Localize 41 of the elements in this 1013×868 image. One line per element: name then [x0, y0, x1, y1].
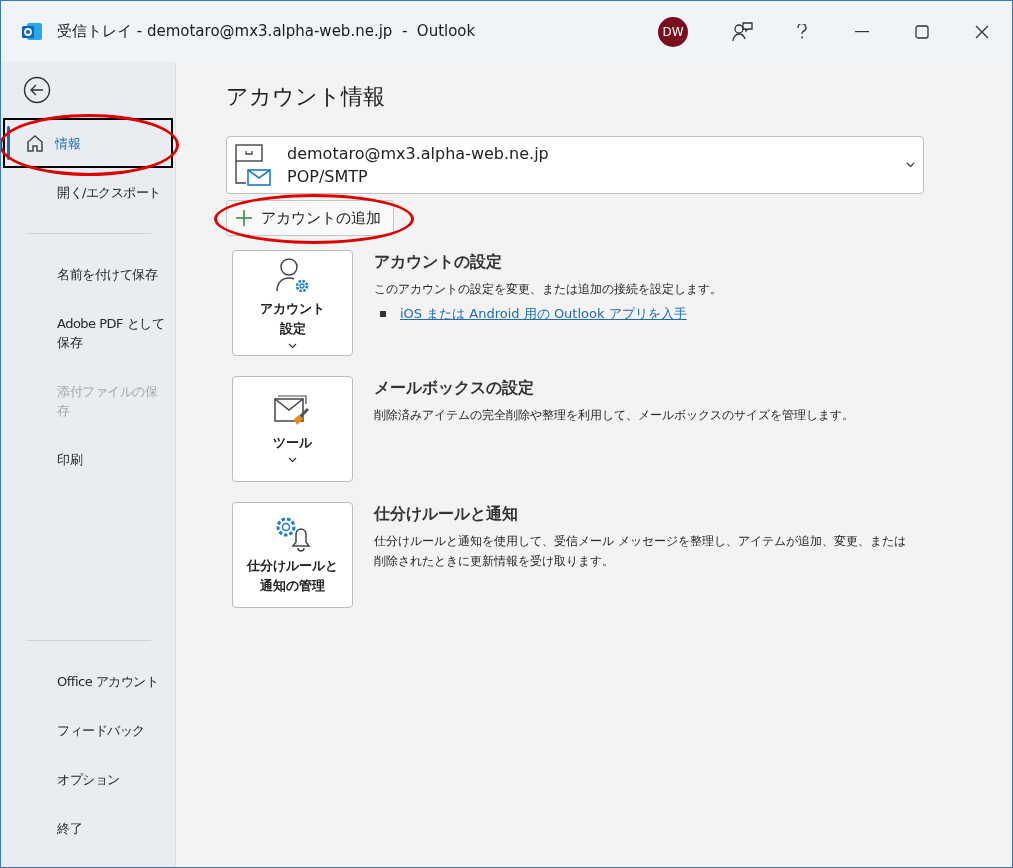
section-description: 削除済みアイテムの完全削除や整理を利用して、メールボックスのサイズを管理します。	[374, 407, 855, 424]
maximize-icon	[915, 24, 929, 39]
sidebar-item[interactable]: 情報	[3, 118, 173, 168]
add-account-button[interactable]: アカウントの追加	[226, 200, 394, 236]
plus-icon	[235, 209, 253, 227]
account-dropdown[interactable]: demotaro@mx3.alpha-web.ne.jp POP/SMTP	[226, 136, 924, 194]
sidebar-item[interactable]: 名前を付けて保存	[3, 250, 173, 299]
section-title: メールボックスの設定	[374, 378, 535, 399]
account-type: POP/SMTP	[287, 167, 369, 186]
page-title: アカウント情報	[226, 83, 386, 111]
chevron-down-icon	[906, 162, 915, 168]
chevron-down-icon	[288, 343, 297, 349]
section-button[interactable]: アカウント 設定	[232, 250, 353, 356]
sidebar-item[interactable]: 終了	[3, 804, 173, 853]
sidebar-item[interactable]: Adobe PDF として保存	[3, 299, 173, 367]
bullet-icon	[380, 311, 386, 317]
section-button[interactable]: 仕分けルールと 通知の管理	[232, 502, 353, 608]
outlook-logo-icon	[21, 20, 43, 43]
app-link[interactable]: iOS または Android 用の Outlook アプリを入手	[400, 305, 687, 323]
person-gear-icon	[274, 257, 311, 295]
person-chat-icon	[731, 20, 753, 43]
minimize-icon	[855, 30, 869, 33]
sidebar-item[interactable]: 開く/エクスポート	[3, 168, 173, 217]
account-email: demotaro@mx3.alpha-web.ne.jp	[287, 144, 550, 163]
section-description: このアカウントの設定を変更、または追加の接続を設定します。	[374, 281, 723, 298]
chevron-down-icon	[288, 457, 297, 463]
sidebar-item[interactable]: フィードバック	[3, 706, 173, 755]
section-description: 仕分けルールと通知を使用して、受信メール メッセージを整理し、アイテムが追加、変更、または削除されたときに更新情報を受け取ります。	[374, 533, 907, 570]
help-icon	[797, 24, 807, 39]
window-title: 受信トレイ - demotaro@mx3.alpha-web.ne.jp - Outlook	[57, 22, 477, 41]
sidebar-item[interactable]: 印刷	[3, 435, 173, 484]
sidebar-item[interactable]: オプション	[3, 755, 173, 804]
home-icon	[25, 133, 45, 153]
section-button[interactable]: ツール	[232, 376, 353, 482]
sidebar-item[interactable]: Office アカウント	[3, 657, 173, 706]
section-title: 仕分けルールと通知	[374, 504, 519, 525]
section-title: アカウントの設定	[374, 252, 503, 273]
user-avatar[interactable]: DW	[658, 16, 688, 47]
close-icon	[975, 24, 989, 39]
back-button[interactable]	[23, 76, 51, 104]
mailbox-envelope-icon	[235, 144, 271, 186]
